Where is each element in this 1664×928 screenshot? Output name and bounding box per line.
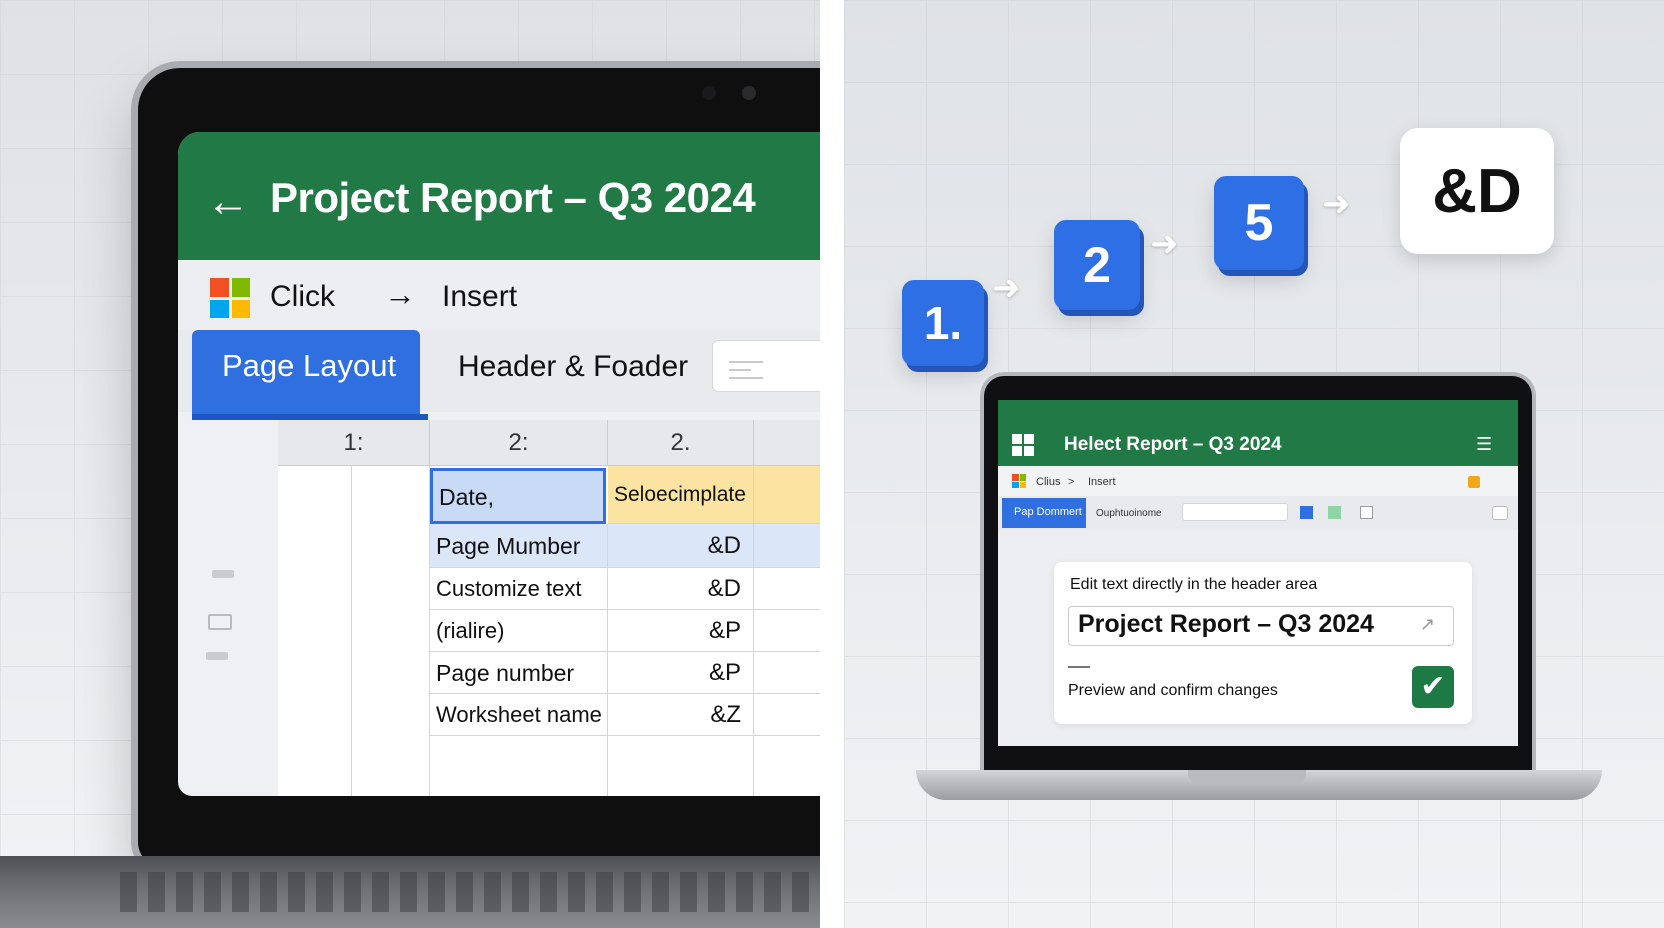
arrow-right-icon: ➜ (992, 269, 1021, 307)
tab-header-footer[interactable]: Ouphtuoinome (1096, 508, 1162, 519)
side-handle-icon[interactable] (206, 652, 228, 660)
cell-code[interactable]: &D (608, 524, 754, 568)
column-header[interactable]: 1: (278, 420, 430, 466)
ms-logo-icon (210, 278, 250, 318)
keyboard-keys (120, 872, 820, 912)
window-title: Project Report – Q3 2024 (270, 174, 756, 221)
ms-logo-icon (1012, 474, 1026, 488)
blue-swatch-icon[interactable] (1300, 506, 1313, 519)
insert-menu[interactable]: Insert (1088, 476, 1116, 488)
cell-select-template[interactable]: Seloecimplate (608, 466, 754, 524)
cell-date[interactable]: Date, (430, 468, 606, 524)
laptop-notch (1188, 770, 1306, 784)
column-header[interactable]: 2. (608, 420, 754, 466)
empty-cells[interactable] (278, 466, 352, 796)
result-code-box: &D (1400, 128, 1554, 254)
cell-empty[interactable] (754, 694, 820, 736)
spreadsheet-grid: 1: 2: 2. Date, Seloecimplate Page Mumber… (278, 420, 820, 796)
column-header[interactable]: 2: (430, 420, 608, 466)
divider-line (1068, 666, 1090, 668)
laptop-screen: Helect Report – Q3 2024 ☰ Clius > Insert… (998, 400, 1518, 746)
cell-code[interactable]: &P (608, 610, 754, 652)
cell-label[interactable]: Worksheet name (430, 694, 608, 736)
camera-dot-icon (702, 86, 716, 100)
camera-lens-icon (742, 86, 756, 100)
ribbon-input[interactable] (1182, 503, 1288, 521)
right-panel: 1. ➜ 2 ➜ 5 ➜ &D Helect Report – Q3 2024 … (844, 0, 1664, 928)
arrow-right-icon: ➜ (1322, 185, 1351, 223)
insert-menu[interactable]: Insert (442, 280, 517, 314)
cell-code[interactable]: &D (608, 568, 754, 610)
green-swatch-icon[interactable] (1328, 506, 1341, 519)
side-table-icon[interactable] (208, 614, 232, 630)
back-arrow-icon[interactable]: ← (206, 180, 250, 224)
collapse-ribbon-icon[interactable] (1492, 506, 1508, 520)
quick-toolbar (998, 466, 1518, 496)
step-badge-3: 5 (1214, 176, 1304, 270)
panel-divider (820, 0, 844, 928)
ribbon-search-box[interactable] (712, 340, 820, 392)
cell-empty[interactable] (754, 736, 820, 796)
cell-label[interactable]: (rialire) (430, 610, 608, 652)
click-label[interactable]: Click (270, 280, 335, 314)
step-badge-2: 2 (1054, 220, 1140, 310)
header-field-value[interactable]: Project Report – Q3 2024 (1078, 610, 1374, 639)
cell-empty[interactable] (608, 736, 754, 796)
laptop-keyboard-base (0, 856, 820, 928)
cell-code[interactable]: &P (608, 652, 754, 694)
arrow-right-icon: > (1068, 476, 1075, 488)
laptop-screen: ← Project Report – Q3 2024 Click → Inser… (178, 132, 820, 796)
cell-label[interactable]: Page number (430, 652, 608, 694)
cell-empty[interactable] (754, 652, 820, 694)
cell-empty[interactable] (754, 610, 820, 652)
window-chrome (998, 400, 1518, 424)
arrow-right-icon: → (384, 276, 416, 312)
tab-page-layout[interactable]: Pap Dommert (1002, 498, 1086, 528)
empty-cells[interactable] (352, 466, 430, 796)
cell-label[interactable]: Page Mumber (430, 524, 608, 568)
tab-page-layout[interactable]: Page Layout (192, 330, 428, 420)
title-bar: ← Project Report – Q3 2024 (178, 132, 820, 260)
toolbar-color-icon[interactable] (1468, 476, 1480, 488)
cell-empty[interactable] (754, 568, 820, 610)
cell-label[interactable]: Customize text (430, 568, 608, 610)
window-title: Helect Report – Q3 2024 (1064, 434, 1282, 455)
cursor-arrow-icon: ↗ (1420, 614, 1436, 634)
menu-icon[interactable]: ☰ (1476, 434, 1492, 455)
column-header[interactable] (754, 420, 820, 466)
arrow-right-icon: ➜ (1150, 225, 1179, 263)
instruction-text: Edit text directly in the header area (1070, 576, 1318, 593)
composite-screenshot: ← Project Report – Q3 2024 Click → Inser… (0, 0, 1664, 928)
app-grid-icon[interactable] (1012, 434, 1034, 456)
cell-empty[interactable] (430, 736, 608, 796)
left-panel: ← Project Report – Q3 2024 Click → Inser… (0, 0, 820, 928)
tab-header-footer[interactable]: Header & Foader (458, 350, 688, 384)
checkmark-icon[interactable]: ✔ (1412, 666, 1454, 708)
cell-empty[interactable] (754, 524, 820, 568)
step-badge-1: 1. (902, 280, 984, 366)
click-label[interactable]: Clius (1036, 476, 1060, 488)
side-handle-icon[interactable] (212, 570, 234, 578)
cell-template-extra[interactable] (754, 466, 820, 524)
preview-label: Preview and confirm changes (1068, 682, 1278, 699)
checkbox-icon[interactable] (1360, 506, 1373, 519)
cell-code[interactable]: &Z (608, 694, 754, 736)
